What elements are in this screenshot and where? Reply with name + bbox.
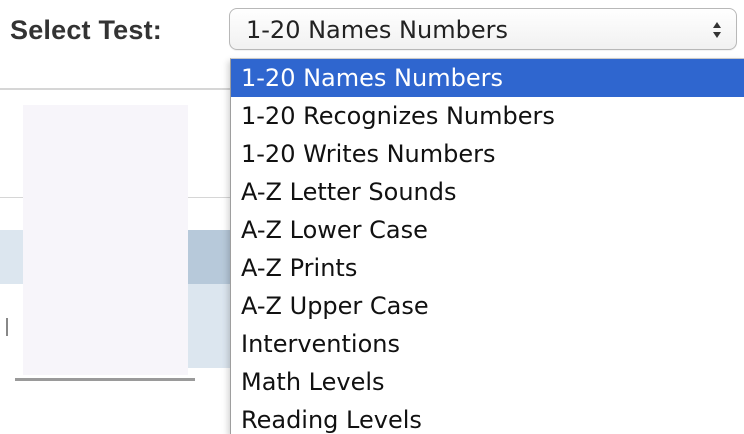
select-test-label: Select Test: (10, 15, 162, 45)
option-1-20-names-numbers[interactable]: 1-20 Names Numbers (231, 59, 744, 97)
background-row-strip-left (0, 230, 23, 284)
option-1-20-recognizes-numbers[interactable]: 1-20 Recognizes Numbers (231, 97, 744, 135)
background-row-strip-light (188, 284, 230, 368)
background-row-strip-dark (188, 230, 230, 284)
option-a-z-upper-case[interactable]: A-Z Upper Case (231, 287, 744, 325)
option-a-z-letter-sounds[interactable]: A-Z Letter Sounds (231, 173, 744, 211)
background-panel (23, 105, 188, 375)
background-text-fragment (6, 318, 8, 336)
option-reading-levels[interactable]: Reading Levels (231, 401, 744, 434)
test-options-list[interactable]: 1-20 Names Numbers 1-20 Recognizes Numbe… (230, 58, 744, 434)
option-a-z-lower-case[interactable]: A-Z Lower Case (231, 211, 744, 249)
option-a-z-prints[interactable]: A-Z Prints (231, 249, 744, 287)
select-current-value: 1-20 Names Numbers (246, 16, 508, 44)
option-1-20-writes-numbers[interactable]: 1-20 Writes Numbers (231, 135, 744, 173)
option-math-levels[interactable]: Math Levels (231, 363, 744, 401)
background-divider-top (0, 88, 230, 90)
select-test-dropdown[interactable]: 1-20 Names Numbers (229, 8, 737, 50)
page: Select Test: 1-20 Names Numbers 1-20 Nam… (0, 0, 744, 434)
option-interventions[interactable]: Interventions (231, 325, 744, 363)
background-divider-bottom (15, 378, 195, 381)
up-down-arrows-icon (713, 22, 721, 38)
